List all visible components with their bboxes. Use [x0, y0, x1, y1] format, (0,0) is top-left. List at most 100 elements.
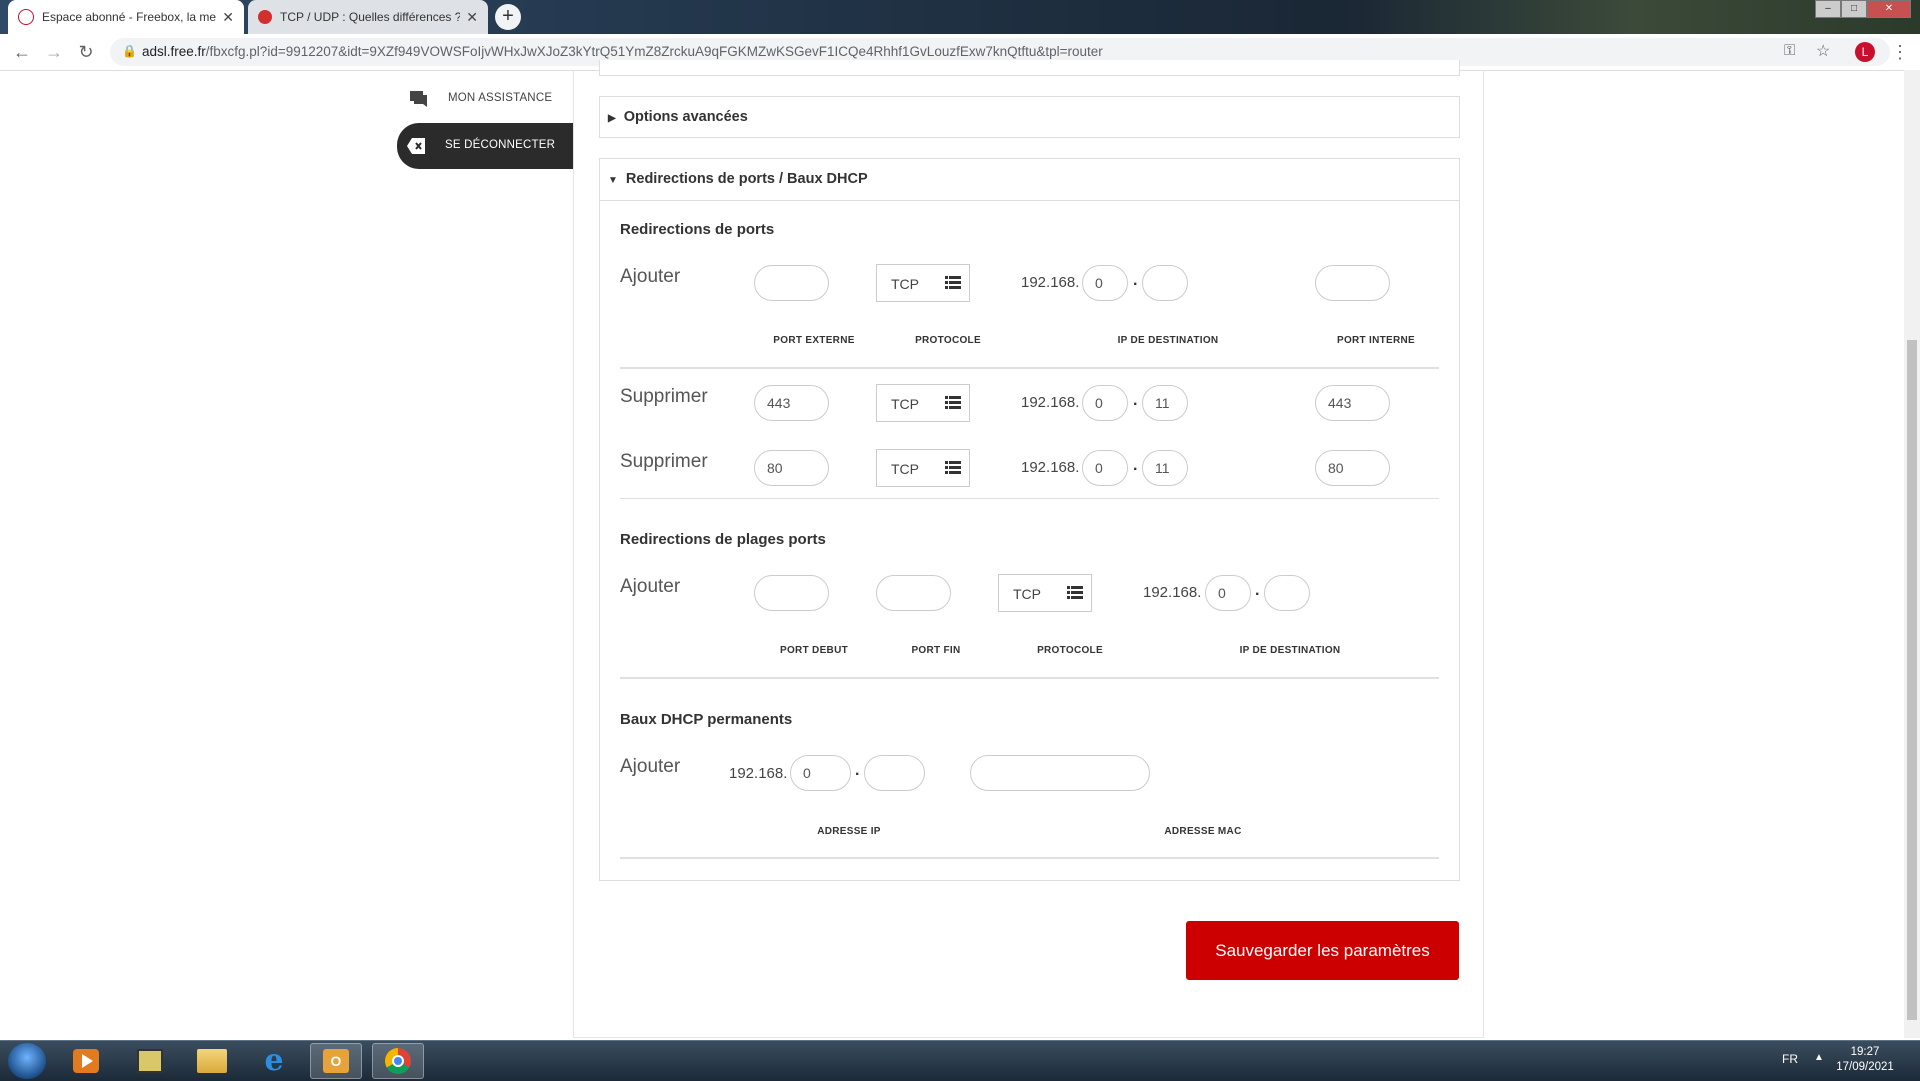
ip-octet4-input[interactable]: 11 — [1142, 385, 1188, 421]
sidebar-item-label: SE DÉCONNECTER — [445, 139, 556, 151]
close-icon[interactable]: ✕ — [222, 9, 234, 26]
panel-header-bar[interactable]: ▼ Redirections de ports / Baux DHCP — [600, 159, 1459, 201]
clock-time: 19:27 — [1850, 1046, 1880, 1058]
close-window-button[interactable]: ✕ — [1867, 0, 1911, 18]
protocol-value: TCP — [891, 276, 919, 292]
url-path: /fbxcfg.pl?id=9912207&idt=9XZf949VOWSFoI… — [205, 44, 1103, 59]
tab-title: Espace abonné - Freebox, la meil — [42, 10, 217, 24]
add-port-redirection-button[interactable]: Ajouter — [620, 266, 680, 288]
ip-octet3-input[interactable]: 0 — [1205, 575, 1251, 611]
list-icon — [945, 461, 961, 474]
save-settings-button[interactable]: Sauvegarder les paramètres — [1186, 921, 1459, 980]
clock[interactable]: 19:27 17/09/2021 — [1830, 1045, 1900, 1075]
explorer-folder-icon[interactable] — [186, 1043, 238, 1079]
logout-x-icon — [407, 138, 425, 154]
sidebar-item-assistance[interactable]: MON ASSISTANCE — [400, 82, 570, 118]
close-icon[interactable]: ✕ — [466, 9, 478, 26]
divider — [620, 677, 1439, 679]
redirections-header[interactable]: ▼ Redirections de ports / Baux DHCP — [608, 171, 868, 187]
protocol-select[interactable]: TCP — [876, 264, 970, 302]
external-port-input[interactable]: 443 — [754, 385, 829, 421]
ip-octet4-input[interactable] — [864, 755, 925, 791]
divider — [620, 498, 1439, 499]
ip-dot: . — [855, 762, 860, 779]
ip-octet4-input[interactable] — [1142, 265, 1188, 301]
chrome-icon[interactable] — [372, 1043, 424, 1079]
profile-avatar[interactable]: L — [1855, 42, 1875, 62]
question-favicon-icon — [258, 10, 272, 24]
column-header: PROTOCOLE — [915, 335, 981, 346]
content-border — [1483, 70, 1484, 1038]
ip-prefix: 192.168. — [1021, 274, 1080, 291]
column-header: PORT EXTERNE — [773, 335, 855, 346]
tab-strip: Espace abonné - Freebox, la meil ✕ TCP /… — [0, 0, 1920, 34]
delete-redirection-button[interactable]: Supprimer — [620, 386, 708, 408]
ip-prefix: 192.168. — [1143, 584, 1202, 601]
column-header: IP DE DESTINATION — [1117, 335, 1219, 346]
clock-date: 17/09/2021 — [1836, 1061, 1894, 1073]
maximize-button[interactable]: □ — [1841, 0, 1867, 18]
new-tab-button[interactable]: + — [495, 4, 521, 30]
internal-port-input[interactable] — [1315, 265, 1390, 301]
forward-arrow-icon[interactable]: → — [44, 42, 64, 63]
language-indicator[interactable]: FR — [1782, 1052, 1798, 1066]
file-manager-icon[interactable] — [124, 1043, 176, 1079]
ip-octet3-input[interactable]: 0 — [1082, 385, 1128, 421]
advanced-options-header[interactable]: ▶ Options avancées — [608, 109, 748, 125]
port-end-input[interactable] — [876, 575, 951, 611]
delete-redirection-button[interactable]: Supprimer — [620, 451, 708, 473]
windows-media-player-icon[interactable] — [60, 1043, 112, 1079]
ip-octet3-input[interactable]: 0 — [1082, 265, 1128, 301]
add-dhcp-lease-button[interactable]: Ajouter — [620, 756, 680, 778]
column-header: PORT FIN — [911, 645, 961, 656]
port-start-input[interactable] — [754, 575, 829, 611]
tab-freebox[interactable]: Espace abonné - Freebox, la meil ✕ — [8, 0, 244, 34]
ip-dot: . — [1133, 457, 1138, 474]
column-header: PORT INTERNE — [1336, 335, 1416, 346]
sidebar-item-logout[interactable]: SE DÉCONNECTER — [397, 123, 573, 169]
ip-octet4-input[interactable] — [1264, 575, 1310, 611]
start-button-icon[interactable] — [8, 1043, 46, 1079]
internal-port-input[interactable]: 80 — [1315, 450, 1390, 486]
ip-octet3-input[interactable]: 0 — [1082, 450, 1128, 486]
chat-icon — [410, 91, 427, 107]
ip-octet4-input[interactable]: 11 — [1142, 450, 1188, 486]
protocol-select[interactable]: TCP — [876, 449, 970, 487]
ip-prefix: 192.168. — [1021, 459, 1080, 476]
star-icon[interactable]: ☆ — [1816, 41, 1830, 61]
section-title: Redirections de ports — [620, 221, 775, 238]
outlook-icon[interactable]: O — [310, 1043, 362, 1079]
tray-expand-icon[interactable]: ▲ — [1814, 1052, 1824, 1063]
mac-address-input[interactable] — [970, 755, 1150, 791]
minimize-button[interactable]: – — [1815, 0, 1841, 18]
lock-icon: 🔒 — [122, 44, 137, 58]
divider — [620, 857, 1439, 859]
add-range-redirection-button[interactable]: Ajouter — [620, 576, 680, 598]
advanced-options-panel[interactable]: ▶ Options avancées — [599, 96, 1460, 138]
ip-dot: . — [1133, 272, 1138, 289]
protocol-select[interactable]: TCP — [876, 384, 970, 422]
internal-port-input[interactable]: 443 — [1315, 385, 1390, 421]
panel-title: Options avancées — [623, 109, 748, 125]
url-text[interactable]: adsl.free.fr/fbxcfg.pl?id=9912207&idt=9X… — [142, 44, 1103, 59]
back-arrow-icon[interactable]: ← — [12, 42, 32, 63]
taskbar: e O — [0, 1040, 1920, 1081]
tab-title: TCP / UDP : Quelles différences ? — [280, 10, 461, 24]
reload-icon[interactable]: ↻ — [76, 42, 96, 63]
protocol-value: TCP — [1013, 586, 1041, 602]
external-port-input[interactable] — [754, 265, 829, 301]
protocol-select[interactable]: TCP — [998, 574, 1092, 612]
tab-tcp-udp[interactable]: TCP / UDP : Quelles différences ? ✕ — [248, 0, 488, 34]
scrollbar-thumb[interactable] — [1907, 340, 1917, 1020]
ip-octet3-input[interactable]: 0 — [790, 755, 851, 791]
internet-explorer-icon[interactable]: e — [248, 1043, 300, 1079]
previous-panel-edge — [599, 60, 1460, 76]
divider — [620, 367, 1439, 369]
section-title: Redirections de plages ports — [620, 531, 826, 548]
list-icon — [945, 276, 961, 289]
menu-dots-icon[interactable]: ⋮ — [1890, 42, 1910, 63]
external-port-input[interactable]: 80 — [754, 450, 829, 486]
key-icon[interactable]: ⚿ — [1784, 42, 1795, 59]
url-host: adsl.free.fr — [142, 44, 206, 59]
caret-right-icon: ▶ — [608, 113, 616, 124]
